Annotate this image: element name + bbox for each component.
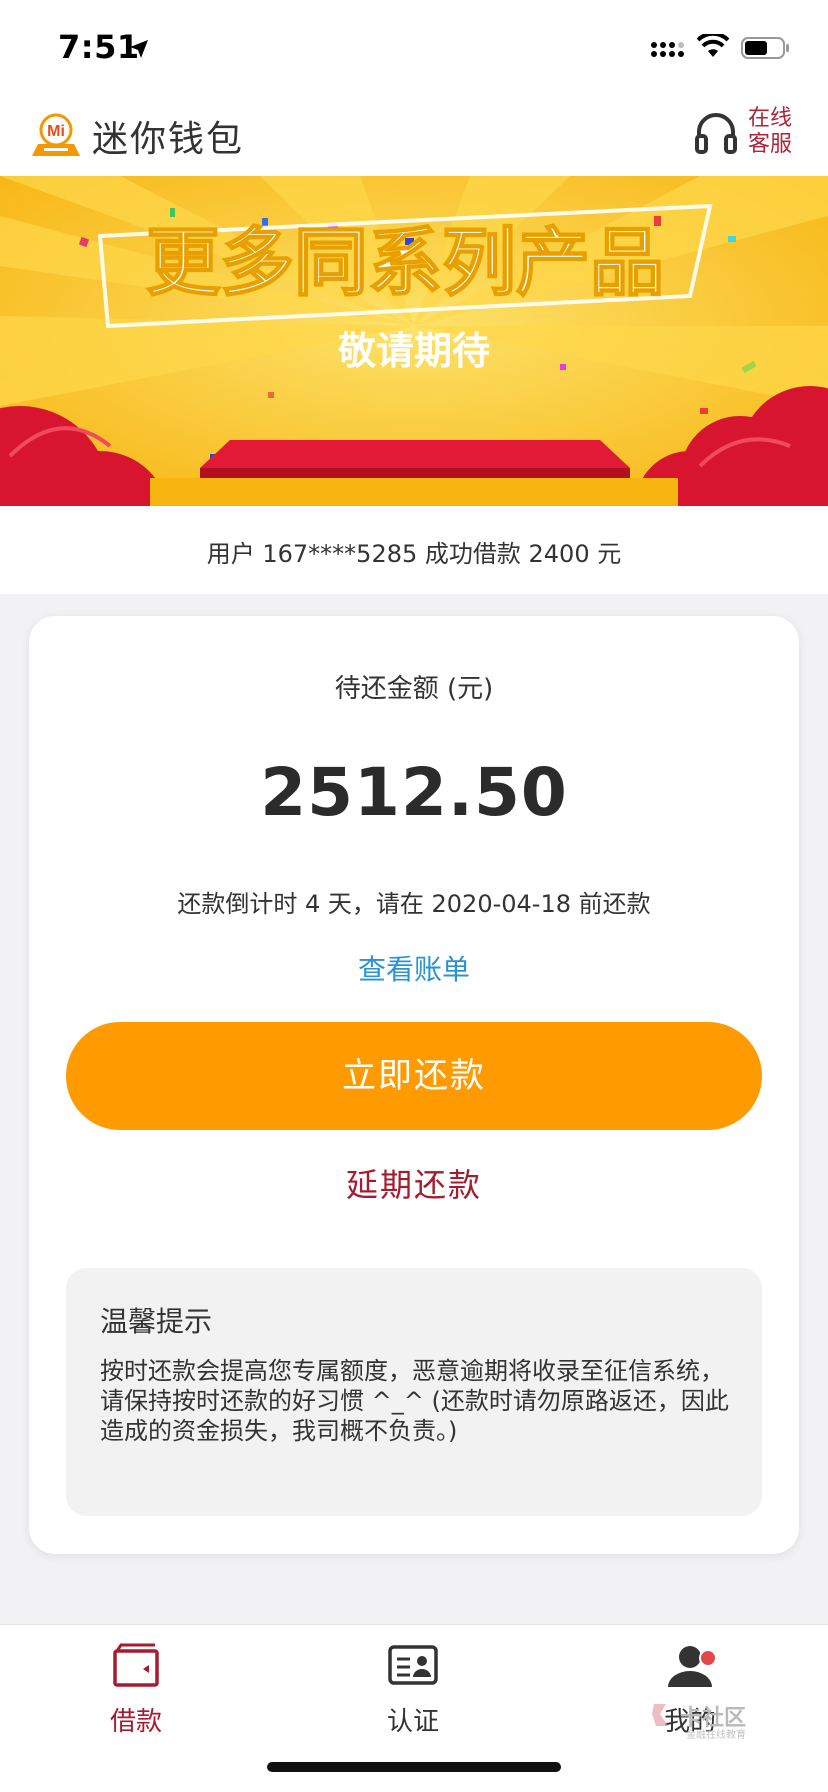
promo-banner[interactable]: 更多同系列产品 敬请期待 — [0, 176, 828, 506]
logo-text: Mi — [47, 123, 65, 140]
app-header: Mi 迷你钱包 在线客服 — [0, 88, 828, 176]
wifi-icon — [697, 34, 729, 57]
watermark-subtext: 金融在线教育 — [686, 1730, 746, 1741]
due-countdown: 还款倒计时 4 天，请在 2020-04-18 前还款 — [177, 890, 651, 918]
tips-body: 按时还款会提高您专属额度，恶意逾期将收录至征信系统，请保持按时还款的好习惯 ^_… — [100, 1357, 729, 1445]
tab-verify-label: 认证 — [386, 1707, 439, 1737]
tab-loan[interactable]: 借款 — [66, 1641, 206, 1751]
banner-headline: 更多同系列产品 — [146, 220, 664, 306]
app-screen: 7:51 Mi 迷你钱包 在线客服 更多同系列产品 敬请期待 用户 167***… — [0, 0, 828, 1792]
extend-repayment-button[interactable]: 延期还款 — [29, 1160, 799, 1206]
app-title: 迷你钱包 — [92, 119, 245, 160]
tips-box: 温馨提示 按时还款会提高您专属额度，恶意逾期将收录至征信系统，请保持按时还款的好… — [66, 1268, 762, 1516]
notification-badge — [699, 1649, 717, 1667]
loan-ticker: 用户 167****5285 成功借款 2400 元 — [0, 506, 828, 594]
home-indicator[interactable] — [267, 1762, 561, 1772]
tips-title: 温馨提示 — [100, 1305, 213, 1338]
battery-icon — [741, 37, 789, 59]
watermark-logo-icon — [652, 1704, 668, 1726]
amount-due: 2512.50 — [260, 754, 568, 831]
tab-loan-label: 借款 — [109, 1707, 162, 1737]
repay-now-button[interactable]: 立即还款 — [66, 1022, 762, 1130]
banner-subline: 敬请期待 — [337, 329, 490, 373]
view-bill-link[interactable]: 查看账单 — [29, 948, 799, 988]
customer-service-link[interactable]: 在线客服 — [748, 106, 796, 158]
headset-icon[interactable] — [694, 110, 738, 156]
repayment-card: 待还金额 (元) 2512.50 还款倒计时 4 天，请在 2020-04-18… — [29, 616, 799, 1554]
wallet-icon — [113, 1643, 159, 1687]
app-logo: Mi — [32, 113, 80, 156]
watermark: 卡社区 金融在线教育 — [650, 1700, 770, 1741]
amount-label: 待还金额 (元) — [334, 674, 494, 704]
tab-verify[interactable]: 认证 — [343, 1641, 483, 1751]
ticker-text: 用户 167****5285 成功借款 2400 元 — [206, 540, 622, 568]
cellular-signal-icon — [651, 42, 684, 57]
location-arrow-icon — [130, 40, 148, 58]
status-bar: 7:51 — [0, 0, 828, 88]
id-card-icon — [388, 1645, 438, 1685]
